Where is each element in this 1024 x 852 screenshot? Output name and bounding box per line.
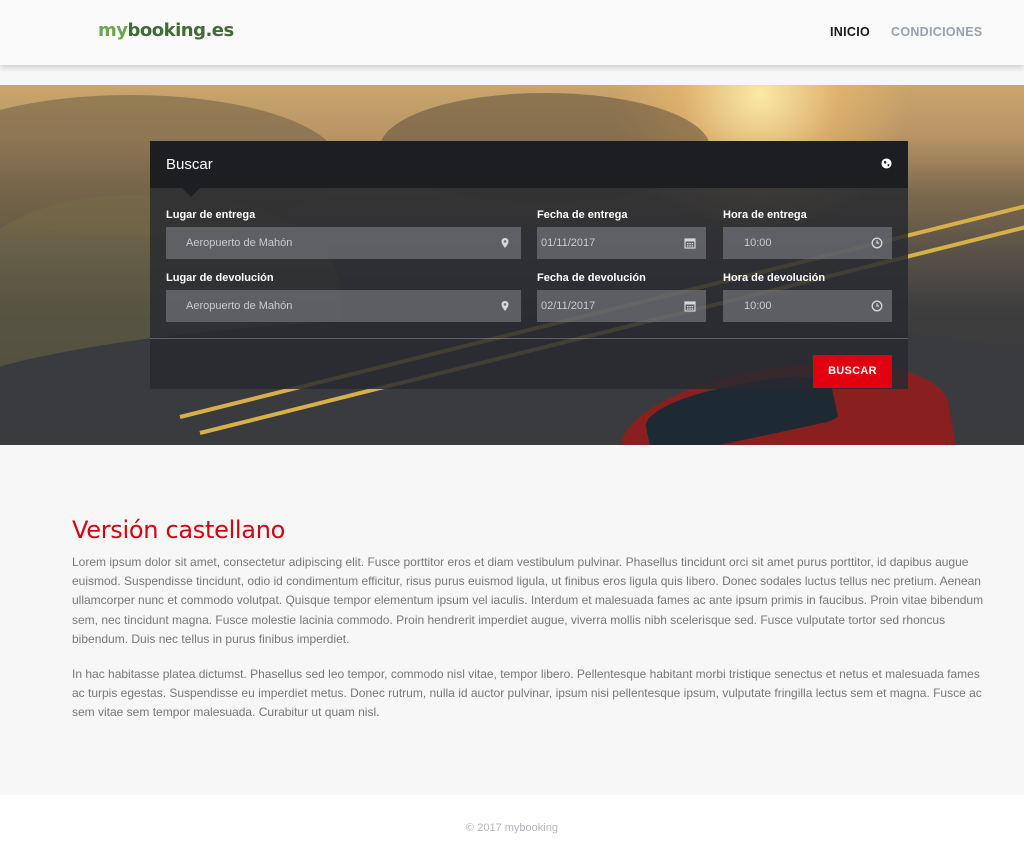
site-footer: © 2017 mybooking: [0, 795, 1024, 852]
return-time-field[interactable]: 10:00: [723, 290, 892, 322]
pickup-date-field[interactable]: 01/11/2017: [537, 227, 706, 259]
pickup-place-label: Lugar de entrega: [166, 209, 256, 221]
return-place-field[interactable]: Aeropuerto de Mahón: [166, 290, 521, 322]
panel-divider: [150, 338, 908, 339]
search-panel-title: Buscar: [166, 156, 213, 173]
calendar-icon: [684, 301, 696, 312]
return-time-label: Hora de devolución: [723, 272, 826, 284]
return-date-field[interactable]: 02/11/2017: [537, 290, 706, 322]
pickup-place-field[interactable]: Aeropuerto de Mahón: [166, 227, 521, 259]
page-title: Versión castellano: [72, 516, 286, 544]
clock-icon: [871, 237, 883, 249]
search-panel-header: Buscar: [150, 141, 908, 197]
site-header: mybooking.es INICIO CONDICIONES: [0, 0, 1024, 65]
content-paragraph: In hac habitasse platea dictumst. Phasel…: [72, 667, 982, 720]
return-place-value: Aeropuerto de Mahón: [186, 300, 293, 312]
logo-part-booking: booking.es: [127, 20, 235, 41]
pickup-place-value: Aeropuerto de Mahón: [186, 237, 293, 249]
return-date-label: Fecha de devolución: [537, 272, 646, 284]
logo-part-my: my: [98, 20, 128, 41]
clock-icon: [871, 300, 883, 312]
pickup-date-label: Fecha de entrega: [537, 209, 628, 221]
pickup-time-label: Hora de entrega: [723, 209, 807, 221]
pickup-time-field[interactable]: 10:00: [723, 227, 892, 259]
return-date-value: 02/11/2017: [541, 300, 596, 312]
map-pin-icon: [501, 301, 509, 311]
nav-condiciones[interactable]: CONDICIONES: [891, 25, 983, 39]
content-paragraph: Lorem ipsum dolor sit amet, consectetur …: [72, 555, 984, 646]
globe-icon[interactable]: [881, 158, 892, 169]
return-place-label: Lugar de devolución: [166, 272, 274, 284]
logo[interactable]: mybooking.es: [98, 20, 234, 41]
header-arrow: [182, 188, 200, 197]
pickup-time-value: 10:00: [744, 237, 772, 249]
copyright-text: © 2017 mybooking: [466, 822, 558, 834]
return-time-value: 10:00: [744, 300, 772, 312]
map-pin-icon: [501, 238, 509, 248]
pickup-date-value: 01/11/2017: [541, 237, 596, 249]
calendar-icon: [684, 238, 696, 249]
search-panel: Buscar Lugar de entrega Aeropuerto de Ma…: [150, 141, 908, 389]
nav-inicio[interactable]: INICIO: [830, 25, 870, 39]
search-button[interactable]: BUSCAR: [813, 355, 892, 388]
